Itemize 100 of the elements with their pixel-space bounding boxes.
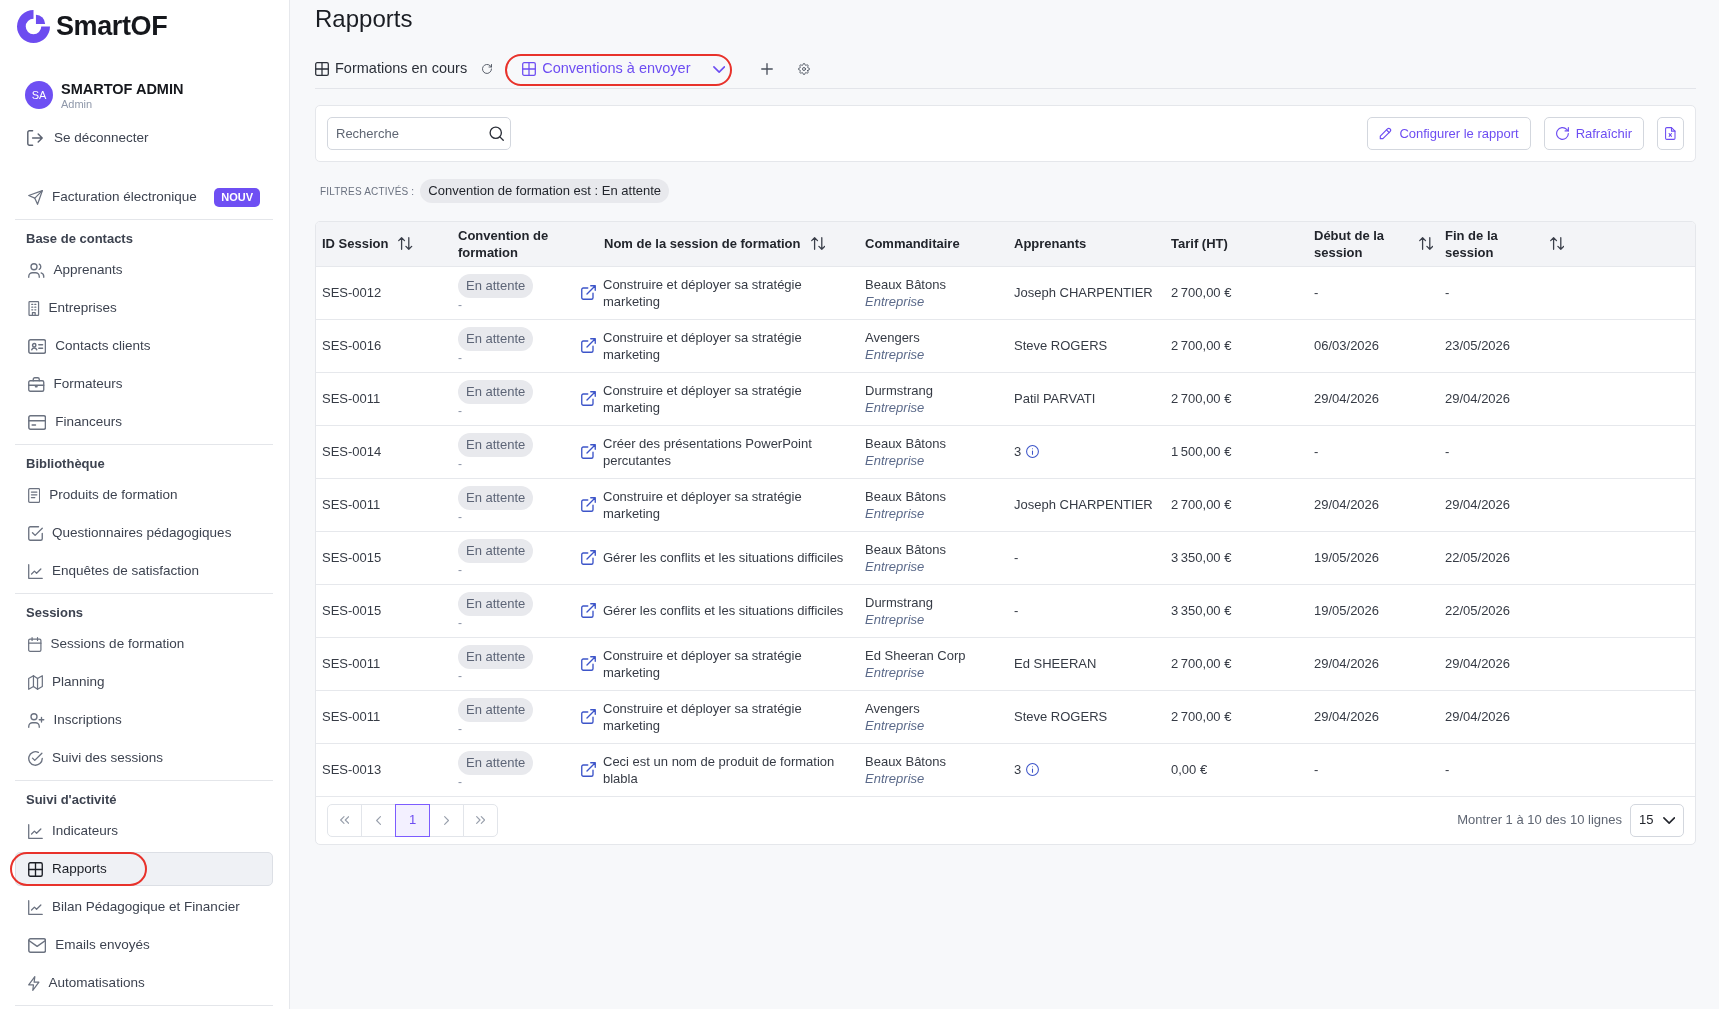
status-badge: En attente [458, 591, 534, 616]
sort-icon[interactable] [398, 237, 413, 251]
external-link-icon[interactable] [581, 497, 596, 512]
table-cell: 29/04/2026 [1439, 690, 1570, 743]
sidebar-item[interactable]: Planning [15, 665, 273, 699]
sponsor-type: Entreprise [865, 716, 926, 734]
sidebar-item[interactable]: Bilan Pédagogique et Financier [15, 890, 273, 924]
table-cell: SES-0014 [316, 425, 452, 478]
checkbox-icon [28, 525, 43, 541]
status-badge: En attente [458, 750, 534, 775]
table-cell: - [1308, 743, 1439, 796]
logout-link[interactable]: Se déconnecter [15, 124, 149, 152]
sort-icon[interactable] [1549, 237, 1564, 251]
external-link-icon[interactable] [581, 338, 596, 353]
sidebar-item[interactable]: Entreprises [15, 291, 273, 325]
chevron-down-icon [1662, 816, 1675, 824]
page-size-select[interactable]: 15 [1630, 803, 1684, 837]
plus-icon [760, 63, 773, 75]
session-name: Gérer les conflits et les situations difficiles [603, 602, 844, 619]
sidebar-item[interactable]: Questionnaires pédagogiques [15, 516, 273, 550]
learner-name: - [1014, 549, 1019, 566]
session-name: Construire et déployer sa stratégie marketing [603, 487, 803, 522]
table-cell: SES-0011 [316, 690, 452, 743]
sidebar-item[interactable]: Inscriptions [15, 703, 273, 737]
table-cell: 2 700,00 € [1165, 478, 1308, 531]
status-badge: En attente [458, 326, 534, 351]
empty-value: - [458, 774, 462, 789]
table-cell: 22/05/2026 [1439, 584, 1570, 637]
user-plus-icon [28, 712, 45, 728]
column-header: Début de la session [1314, 226, 1386, 261]
rows-summary: Montrer 1 à 10 des 10 lignes [1457, 811, 1622, 830]
previous-page-button[interactable] [361, 803, 396, 837]
info-icon[interactable] [1026, 445, 1040, 458]
table-cell: SES-0011 [316, 478, 452, 531]
sponsor-name: Avengers [865, 699, 921, 717]
external-link-icon[interactable] [581, 762, 596, 777]
search-field[interactable]: Recherche [327, 117, 511, 150]
chevron-right-icon [443, 815, 450, 825]
external-link-icon[interactable] [581, 709, 596, 724]
chevron-down-icon [712, 65, 725, 73]
external-link-icon[interactable] [581, 603, 596, 618]
column-header: Tarif (HT) [1171, 235, 1228, 253]
info-icon[interactable] [1026, 763, 1040, 776]
export-button[interactable] [1657, 117, 1684, 150]
sponsor-name: Avengers [865, 328, 921, 346]
sidebar-item[interactable]: Enquêtes de satisfaction [15, 554, 273, 588]
empty-value: - [458, 350, 462, 365]
session-name: Gérer les conflits et les situations difficiles [603, 549, 844, 566]
table-cell: SES-0015 [316, 531, 452, 584]
sidebar-item[interactable]: Contacts clients [15, 329, 273, 363]
logout-icon [27, 130, 43, 146]
sponsor-type: Entreprise [865, 610, 926, 628]
line-chart-icon [28, 899, 43, 915]
sidebar-item[interactable]: Apprenants [15, 253, 273, 287]
filter-chip[interactable]: Convention de formation est : En attente [420, 179, 670, 203]
sort-icon[interactable] [810, 237, 825, 251]
refresh-button[interactable]: Rafraîchir [1543, 117, 1644, 150]
sort-icon[interactable] [1418, 237, 1433, 251]
external-link-icon[interactable] [581, 391, 596, 406]
report-tab[interactable]: Formations en cours [315, 52, 493, 86]
column-header: Apprenants [1014, 235, 1087, 253]
file-icon [1665, 127, 1676, 140]
sidebar-item[interactable]: Produits de formation [15, 478, 273, 512]
empty-value: - [458, 509, 462, 524]
credit-card-icon [28, 414, 47, 430]
page-button[interactable]: 1 [395, 803, 430, 837]
external-link-icon[interactable] [581, 444, 596, 459]
double-chevron-left-icon [339, 816, 350, 824]
page-title: Rapports [315, 4, 414, 33]
sidebar-item[interactable]: Formateurs [15, 367, 273, 401]
external-link-icon[interactable] [581, 285, 596, 300]
sidebar-item[interactable]: Facturation électronique NOUV [15, 180, 273, 214]
learner-name: Steve ROGERS [1014, 337, 1108, 354]
configure-button[interactable]: Configurer le rapport [1367, 117, 1531, 150]
learner-name: 3 [1014, 443, 1022, 460]
lightning-icon [28, 975, 40, 991]
sidebar-item[interactable]: Financeurs [15, 405, 273, 439]
table-cell: 22/05/2026 [1439, 531, 1570, 584]
external-link-icon[interactable] [581, 656, 596, 671]
sidebar-item[interactable]: Suivi des sessions [15, 741, 273, 775]
column-header: Commanditaire [865, 235, 960, 253]
empty-value: - [458, 615, 462, 630]
sidebar-item[interactable]: Automatisations [15, 966, 273, 1000]
table-cell: 3 350,00 € [1165, 584, 1308, 637]
table-cell: 2 700,00 € [1165, 637, 1308, 690]
empty-value: - [458, 721, 462, 736]
section-heading: Sessions [25, 604, 85, 622]
briefcase-icon [28, 376, 45, 392]
session-name: Construire et déployer sa stratégie marketing [603, 381, 803, 416]
report-tab[interactable]: Conventions à envoyer [522, 52, 725, 86]
sidebar-item[interactable]: Indicateurs [15, 814, 273, 848]
external-link-icon[interactable] [581, 550, 596, 565]
table-cell: 19/05/2026 [1308, 584, 1439, 637]
sidebar-item[interactable]: Sessions de formation [15, 627, 273, 661]
session-name: Construire et déployer sa stratégie marketing [603, 275, 803, 310]
section-heading: Suivi d'activité [25, 791, 118, 809]
sidebar-item[interactable]: Emails envoyés [15, 928, 273, 962]
table-cell: SES-0013 [316, 743, 452, 796]
sponsor-name: Beaux Bâtons [865, 487, 947, 505]
learner-name: Steve ROGERS [1014, 708, 1108, 725]
